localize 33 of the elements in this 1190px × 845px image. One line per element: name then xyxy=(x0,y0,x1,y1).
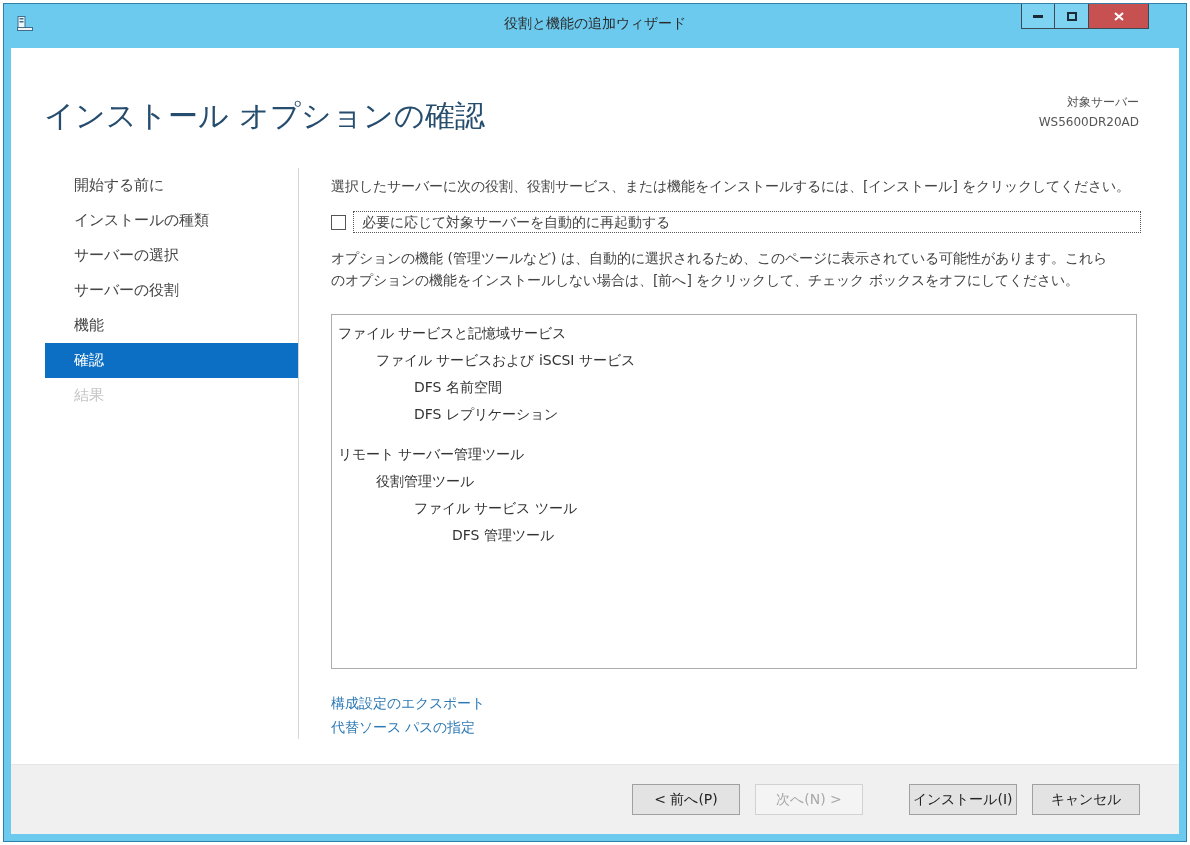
minimize-button[interactable] xyxy=(1022,4,1054,28)
install-button[interactable]: インストール(I) xyxy=(909,784,1017,815)
feature-item: ファイル サービスおよび iSCSI サービス xyxy=(376,351,635,370)
sidebar-item[interactable]: サーバーの選択 xyxy=(45,238,298,273)
back-button[interactable]: < 前へ(P) xyxy=(632,784,740,815)
feature-item: ファイル サービスと記憶域サービス xyxy=(338,324,567,343)
sidebar-item[interactable]: インストールの種類 xyxy=(45,203,298,238)
feature-item: DFS レプリケーション xyxy=(414,405,558,424)
link[interactable]: 構成設定のエクスポート xyxy=(331,691,485,715)
maximize-icon xyxy=(1066,11,1077,21)
intro-text: 選択したサーバーに次の役割、役割サービス、または機能をインストールするには、[インストール] をクリックしてください。 xyxy=(331,177,1132,196)
target-server-name: WS5600DR20AD xyxy=(1038,114,1139,131)
page-heading: インストール オプションの確認 xyxy=(44,97,485,135)
target-server-label: 対象サーバー xyxy=(1067,94,1139,111)
sidebar-item[interactable]: サーバーの役割 xyxy=(45,273,298,308)
server-icon xyxy=(17,16,33,31)
minimize-icon xyxy=(1033,14,1043,18)
maximize-button[interactable] xyxy=(1054,4,1088,28)
feature-item: リモート サーバー管理ツール xyxy=(338,445,525,464)
checkbox-label[interactable]: 必要に応じて対象サーバーを自動的に再起動する xyxy=(353,211,1141,233)
window-title: 役割と機能の追加ウィザード xyxy=(504,15,686,33)
feature-item: ファイル サービス ツール xyxy=(414,499,577,518)
cancel-button[interactable]: キャンセル xyxy=(1032,784,1140,815)
close-icon xyxy=(1113,11,1124,21)
checkbox[interactable] xyxy=(331,214,346,230)
sidebar-item[interactable]: 開始する前に xyxy=(45,168,298,203)
feature-item: DFS 管理ツール xyxy=(452,526,554,545)
link[interactable]: 代替ソース パスの指定 xyxy=(331,715,476,739)
feature-item: 役割管理ツール xyxy=(376,472,474,491)
note-text: オプションの機能 (管理ツールなど) は、自動的に選択されるため、このページに表示されている可能性があります。これらのオプションの機能をインストールしない場合は、[前へ] をクリックして、チェック ボックスをオフにしてください。 xyxy=(331,249,1108,290)
sidebar-item[interactable]: 確認 xyxy=(45,343,298,378)
sidebar-item[interactable]: 機能 xyxy=(45,308,298,343)
feature-item: DFS 名前空間 xyxy=(414,378,502,397)
